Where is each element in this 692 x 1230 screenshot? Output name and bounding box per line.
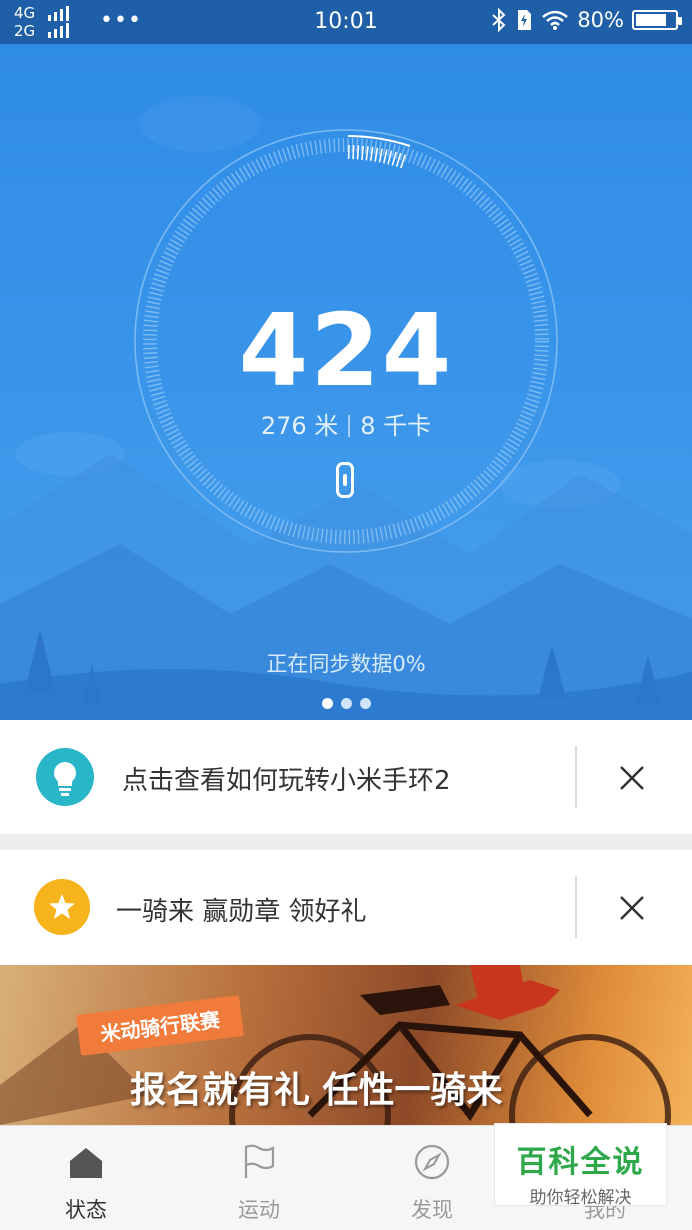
watermark-logo: 百科全说 助你轻松解决 (494, 1123, 667, 1208)
status-bar: 4G 2G ••• 10:01 80% (0, 0, 692, 44)
cycling-banner[interactable]: 米动骑行联赛 报名就有礼 任性一骑来 (0, 965, 692, 1125)
tab-status-label: 状态 (65, 1198, 107, 1222)
distance-calories: 276 米 8 千卡 (0, 406, 692, 441)
activity-dashboard[interactable]: 424 276 米 8 千卡 正在同步数据0% (0, 44, 692, 720)
card-divider (575, 746, 577, 808)
app-screen: 4G 2G ••• 10:01 80% 424 276 米 8 千卡 正在同步数… (0, 0, 692, 1230)
mi-band-icon (336, 462, 354, 498)
flag-icon (244, 1144, 275, 1178)
banner-title: 报名就有礼 任性一骑来 (130, 1070, 503, 1111)
close-icon[interactable] (616, 892, 648, 924)
lightbulb-icon (36, 748, 94, 806)
star-icon (34, 879, 90, 935)
stat-divider (348, 415, 351, 437)
step-count: 424 (238, 292, 454, 409)
card-divider (575, 876, 577, 938)
tip-card[interactable]: 点击查看如何玩转小米手环2 (0, 720, 692, 834)
distance-value: 276 米 (260, 412, 339, 440)
watermark-title: 百科全说 (516, 1145, 645, 1180)
compass-icon (414, 1144, 450, 1180)
watermark-subtitle: 助你轻松解决 (529, 1188, 632, 1208)
tab-status[interactable]: 状态 (26, 1126, 146, 1230)
charging-sim-icon (518, 10, 532, 30)
tab-workout[interactable]: 运动 (199, 1126, 319, 1230)
close-icon[interactable] (616, 762, 648, 794)
promo-card-text: 一骑来 赢勋章 领好礼 (116, 897, 367, 927)
bluetooth-icon (492, 8, 506, 32)
calories-value: 8 千卡 (360, 412, 432, 440)
status-icons: 80% (491, 8, 682, 32)
battery-fill (636, 14, 666, 26)
tab-workout-label: 运动 (238, 1198, 280, 1222)
wifi-icon (542, 10, 569, 30)
tab-discover-label: 发现 (411, 1198, 453, 1222)
home-icon (70, 1148, 102, 1178)
page-dot[interactable] (340, 698, 352, 709)
page-indicator[interactable] (0, 698, 692, 709)
sync-status: 正在同步数据0% (266, 652, 426, 676)
page-dot[interactable] (359, 698, 371, 709)
battery-icon (632, 10, 682, 30)
tip-card-text: 点击查看如何玩转小米手环2 (122, 766, 451, 796)
tab-discover[interactable]: 发现 (372, 1126, 492, 1230)
page-dot[interactable] (321, 698, 333, 709)
promo-card[interactable]: 一骑来 赢勋章 领好礼 (0, 850, 692, 965)
battery-percent: 80% (577, 8, 624, 32)
